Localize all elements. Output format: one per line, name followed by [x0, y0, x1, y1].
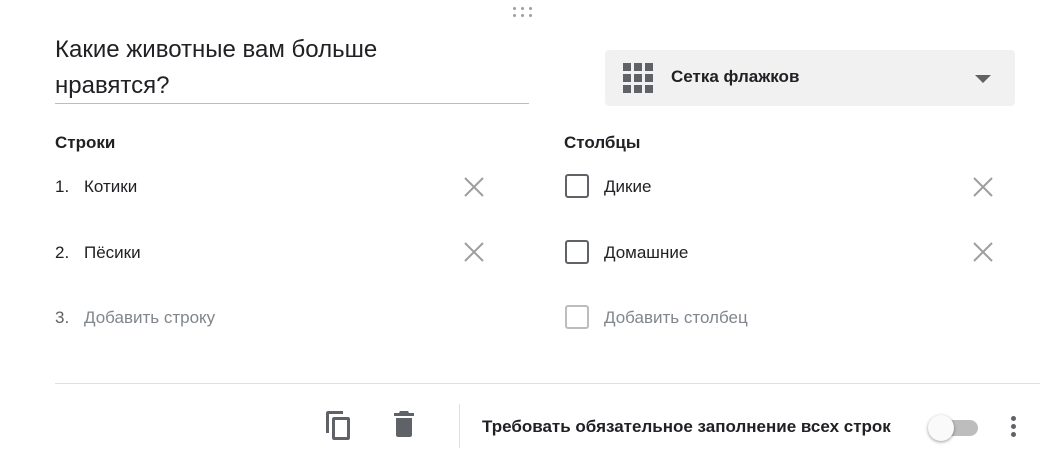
- column-checkbox: [565, 240, 589, 264]
- question-title-line1: Какие животные вам больше: [55, 36, 378, 63]
- grid-icon: [623, 63, 654, 94]
- required-label: Требовать обязательное заполнение всех с…: [482, 417, 891, 436]
- trash-icon[interactable]: [392, 410, 416, 438]
- question-type-select[interactable]: Сетка флажков: [605, 50, 1015, 106]
- column-checkbox: [565, 305, 589, 329]
- close-icon[interactable]: [971, 240, 995, 264]
- copy-icon[interactable]: [324, 409, 354, 441]
- row-number: 1.: [55, 177, 70, 196]
- row-number: 3.: [55, 308, 70, 327]
- close-icon[interactable]: [462, 175, 486, 199]
- column-checkbox: [565, 174, 589, 198]
- column-label-input[interactable]: Домашние: [604, 243, 688, 263]
- row-label-input[interactable]: Пёсики: [84, 243, 141, 263]
- chevron-down-icon: [975, 75, 991, 83]
- add-column-input[interactable]: Добавить столбец: [604, 308, 748, 328]
- columns-heading: Столбцы: [564, 133, 641, 152]
- close-icon[interactable]: [971, 175, 995, 199]
- add-row-input[interactable]: Добавить строку: [84, 308, 215, 328]
- drag-handle-icon[interactable]: [513, 7, 535, 19]
- footer-divider: [55, 383, 1040, 384]
- footer-vertical-divider: [459, 404, 460, 448]
- question-title-line2: нравятся?: [55, 72, 170, 99]
- row-number: 2.: [55, 243, 70, 262]
- close-icon[interactable]: [462, 240, 486, 264]
- rows-heading: Строки: [55, 133, 116, 152]
- question-type-label: Сетка флажков: [671, 67, 800, 86]
- question-title-input[interactable]: Какие животные вам больше нравятся?: [55, 32, 529, 104]
- required-toggle[interactable]: [928, 415, 980, 441]
- toggle-thumb: [928, 415, 954, 441]
- row-label-input[interactable]: Котики: [84, 177, 137, 197]
- column-label-input[interactable]: Дикие: [604, 177, 651, 197]
- more-vert-icon[interactable]: [1004, 414, 1022, 440]
